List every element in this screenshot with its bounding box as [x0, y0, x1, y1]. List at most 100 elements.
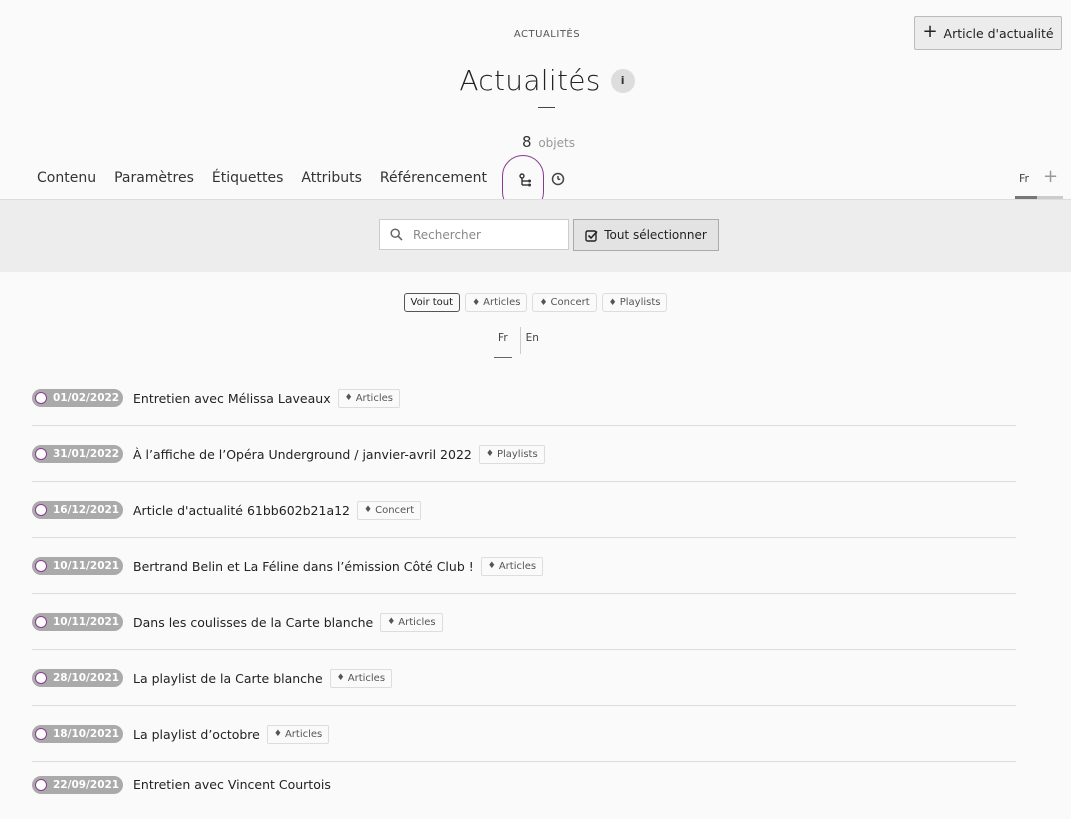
- status-circle-icon: [35, 778, 47, 791]
- status-badge[interactable]: 18/10/2021: [32, 725, 123, 743]
- status-circle-icon: [35, 616, 47, 628]
- item-title[interactable]: Entretien avec Vincent Courtois: [133, 777, 331, 792]
- filter-bar: Voir tout ♦ Articles ♦ Concert ♦ Playlis…: [0, 293, 1071, 312]
- list-item[interactable]: 10/11/2021 Dans les coulisses de la Cart…: [32, 594, 1016, 650]
- status-circle-icon: [35, 672, 47, 684]
- filter-label: Concert: [550, 297, 590, 308]
- tag-icon: ♦: [273, 729, 282, 739]
- tag-icon: ♦: [364, 505, 373, 515]
- filter-concert[interactable]: ♦ Concert: [532, 293, 597, 312]
- filter-articles[interactable]: ♦ Articles: [465, 293, 528, 312]
- page-header: Actualités i: [0, 64, 1071, 97]
- status-badge[interactable]: 28/10/2021: [32, 669, 123, 687]
- status-badge[interactable]: 16/12/2021: [32, 501, 123, 519]
- item-date: 10/11/2021: [53, 560, 120, 572]
- status-circle-icon: [35, 448, 47, 460]
- info-icon[interactable]: i: [610, 68, 635, 93]
- status-circle-icon: [35, 728, 47, 740]
- content-lang-fr[interactable]: Fr: [1019, 172, 1029, 185]
- item-title[interactable]: Entretien avec Mélissa Laveaux: [133, 391, 331, 406]
- tree-icon[interactable]: [519, 173, 533, 189]
- item-tag: ♦ Articles: [480, 556, 544, 576]
- tag-icon: ♦: [336, 673, 345, 683]
- status-badge[interactable]: 22/09/2021: [32, 775, 123, 794]
- lang-tab-fr[interactable]: Fr: [489, 332, 517, 358]
- title-divider: [538, 107, 555, 108]
- item-tag-label: Playlists: [496, 448, 538, 460]
- language-tabs: Fr En: [0, 332, 1037, 358]
- status-badge[interactable]: 31/01/2022: [32, 445, 123, 463]
- list-item[interactable]: 28/10/2021 La playlist de la Carte blanc…: [32, 650, 1016, 706]
- status-circle-icon: [35, 560, 47, 572]
- select-all-button[interactable]: Tout sélectionner: [573, 219, 719, 251]
- tab-contenu[interactable]: Contenu: [37, 170, 96, 186]
- search-box[interactable]: [379, 219, 569, 250]
- item-title[interactable]: La playlist d’octobre: [133, 727, 260, 742]
- item-tag-label: Articles: [355, 392, 393, 404]
- status-badge[interactable]: 01/02/2022: [32, 389, 123, 407]
- lang-tab-en[interactable]: En: [517, 332, 548, 344]
- search-input[interactable]: [411, 226, 555, 243]
- item-title[interactable]: La playlist de la Carte blanche: [133, 671, 323, 686]
- tag-icon: ♦: [487, 561, 496, 571]
- tag-icon: ♦: [344, 393, 353, 403]
- list-item[interactable]: 10/11/2021 Bertrand Belin et La Féline d…: [32, 538, 1016, 594]
- add-article-label: Article d'actualité: [943, 25, 1054, 41]
- tag-icon: ♦: [539, 297, 548, 308]
- object-count-value: 8: [522, 133, 532, 151]
- item-tag: ♦ Articles: [329, 668, 393, 688]
- item-title[interactable]: Dans les coulisses de la Carte blanche: [133, 615, 373, 630]
- list-item[interactable]: 18/10/2021 La playlist d’octobre ♦ Articl…: [32, 706, 1016, 762]
- filter-playlists[interactable]: ♦ Playlists: [601, 293, 668, 312]
- tab-etiquettes[interactable]: Étiquettes: [212, 170, 283, 186]
- tab-parametres[interactable]: Paramètres: [114, 170, 194, 186]
- item-tag: ♦ Articles: [380, 612, 443, 632]
- select-all-label: Tout sélectionner: [604, 228, 707, 242]
- item-tag-label: Articles: [398, 616, 436, 628]
- add-article-button[interactable]: + Article d'actualité: [914, 16, 1062, 50]
- plus-icon: +: [922, 21, 938, 42]
- tab-attributs[interactable]: Attributs: [301, 170, 362, 186]
- item-tag: ♦ Articles: [337, 388, 400, 408]
- tab-bar: Contenu Paramètres Étiquettes Attributs …: [37, 170, 505, 186]
- item-tag: ♦ Articles: [266, 724, 330, 744]
- filter-label: Voir tout: [410, 297, 454, 308]
- item-date: 10/11/2021: [53, 616, 120, 628]
- list-item[interactable]: 16/12/2021 Article d'actualité 61bb602b2…: [32, 482, 1016, 538]
- clock-icon[interactable]: [551, 172, 565, 186]
- tag-icon: ♦: [608, 297, 617, 308]
- language-separator: [520, 327, 521, 354]
- list-item[interactable]: 22/09/2021 Entretien avec Vincent Courto…: [32, 762, 1016, 806]
- status-badge[interactable]: 10/11/2021: [32, 557, 123, 575]
- status-circle-icon: [35, 504, 47, 516]
- item-tag-label: Articles: [347, 672, 386, 684]
- tag-icon: ♦: [485, 449, 494, 459]
- item-date: 28/10/2021: [53, 672, 120, 684]
- status-badge[interactable]: 10/11/2021: [32, 613, 123, 631]
- add-language-icon[interactable]: +: [1043, 168, 1058, 186]
- item-date: 18/10/2021: [53, 728, 120, 740]
- tag-icon: ♦: [387, 617, 396, 627]
- item-date: 01/02/2022: [53, 392, 120, 404]
- item-tag-label: Articles: [284, 728, 323, 740]
- item-date: 22/09/2021: [53, 778, 120, 791]
- tag-icon: ♦: [472, 297, 481, 308]
- object-count-unit: objets: [538, 136, 575, 150]
- list-item[interactable]: 31/01/2022 À l’affiche de l’Opéra Underg…: [32, 426, 1016, 482]
- checkbox-icon: [585, 229, 598, 242]
- item-title[interactable]: Bertrand Belin et La Féline dans l’émiss…: [133, 559, 474, 574]
- item-date: 31/01/2022: [53, 448, 120, 460]
- item-title[interactable]: Article d'actualité 61bb602b21a12: [133, 503, 350, 518]
- filter-voir-tout[interactable]: Voir tout: [403, 293, 461, 312]
- page-title: Actualités: [459, 64, 601, 97]
- breadcrumb: ACTUALITÉS: [513, 29, 581, 40]
- item-title[interactable]: À l’affiche de l’Opéra Underground / jan…: [133, 447, 472, 462]
- item-tag-label: Articles: [498, 560, 537, 572]
- filter-label: Playlists: [619, 297, 661, 308]
- item-tag-label: Concert: [375, 504, 415, 516]
- tab-referencement[interactable]: Référencement: [380, 170, 487, 186]
- item-tag: ♦ Concert: [357, 500, 422, 520]
- article-list: 01/02/2022 Entretien avec Mélissa Laveau…: [32, 370, 1016, 806]
- list-item[interactable]: 01/02/2022 Entretien avec Mélissa Laveau…: [32, 370, 1016, 426]
- search-icon: [390, 228, 403, 241]
